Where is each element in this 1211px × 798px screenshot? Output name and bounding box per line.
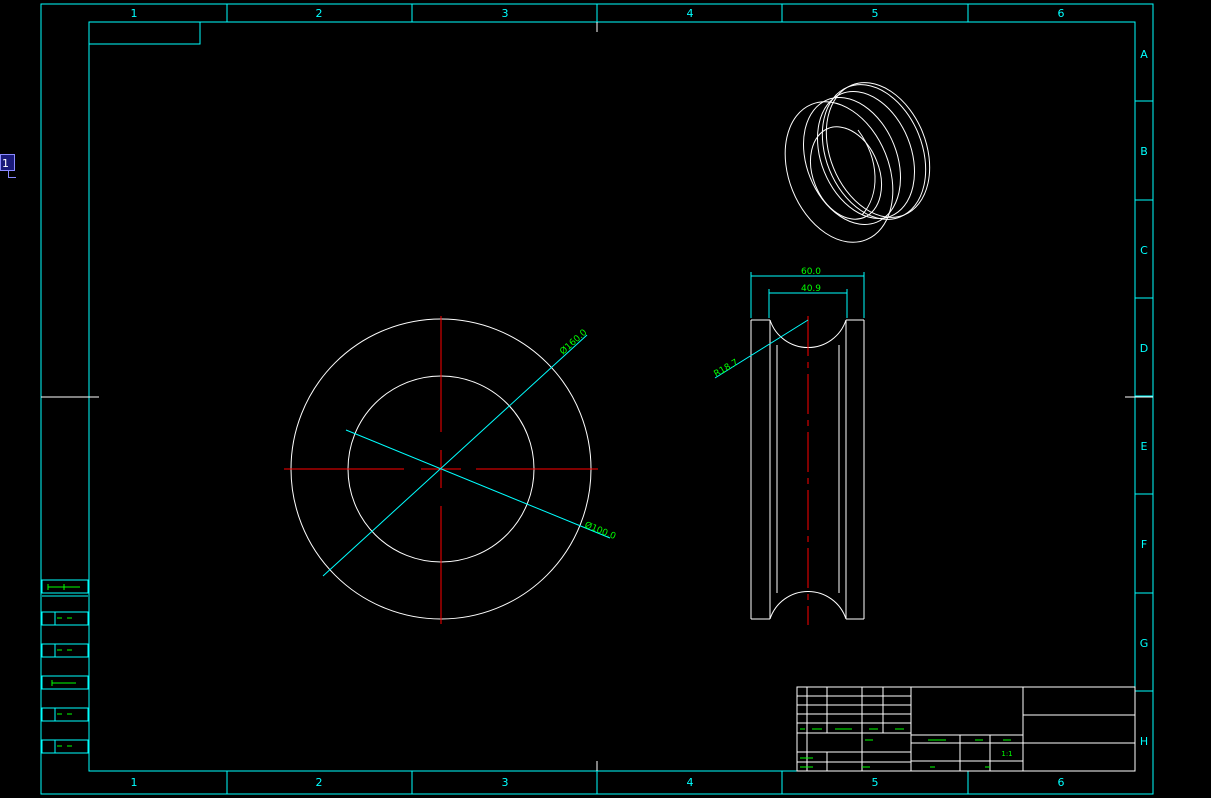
zone-row-label: F xyxy=(1141,538,1147,551)
zone-col-label: 4 xyxy=(687,776,694,789)
overall-width-label: 60.0 xyxy=(801,267,821,277)
zone-col-label: 2 xyxy=(316,776,323,789)
front-centerlines xyxy=(284,316,598,624)
centering-marks xyxy=(41,22,1153,771)
zone-row-label: E xyxy=(1141,440,1148,453)
outer-diameter-dim-line xyxy=(322,334,588,577)
zone-col-label: 1 xyxy=(131,776,138,789)
zone-col-label: 3 xyxy=(502,7,509,20)
zone-col-label: 5 xyxy=(872,776,879,789)
outer-diameter-label: Ø160.0 xyxy=(558,327,590,357)
zone-col-label: 4 xyxy=(687,7,694,20)
zone-col-label: 6 xyxy=(1058,7,1065,20)
zone-row-label: C xyxy=(1140,244,1148,257)
inner-diameter-dim-line xyxy=(345,429,611,539)
viewport-marker-button[interactable]: 1 xyxy=(0,154,15,171)
zone-row-label: H xyxy=(1140,735,1148,748)
scale-value: 1:1 xyxy=(1001,750,1012,758)
zone-row-label: D xyxy=(1140,342,1148,355)
groove-width-label: 40.9 xyxy=(801,284,821,294)
zone-row-label: G xyxy=(1140,637,1149,650)
side-view[interactable]: 60.0 40.9 R18.7 xyxy=(713,267,865,625)
inner-diameter-label: Ø100.0 xyxy=(583,520,618,543)
isometric-view[interactable] xyxy=(765,67,948,258)
zone-col-label: 2 xyxy=(316,7,323,20)
left-approval-blocks xyxy=(41,579,89,754)
zone-row-label: B xyxy=(1140,145,1148,158)
viewport-marker-tick xyxy=(8,171,16,178)
zone-col-label: 3 xyxy=(502,776,509,789)
zone-col-label: 5 xyxy=(872,7,879,20)
groove-radius-label: R18.7 xyxy=(713,358,741,380)
left-approval-glyphs xyxy=(47,584,80,747)
front-view[interactable]: Ø160.0 Ø100.0 xyxy=(284,316,618,624)
zone-col-label: 6 xyxy=(1058,776,1065,789)
zone-col-label: 1 xyxy=(131,7,138,20)
drawing-frame xyxy=(40,3,1154,795)
zone-labels-right: A B C D E F G H xyxy=(1140,48,1149,748)
zone-row-label: A xyxy=(1140,48,1148,61)
drawing-canvas[interactable]: 1 2 3 4 5 6 1 2 3 4 5 6 A B C D E F G H xyxy=(0,0,1211,798)
